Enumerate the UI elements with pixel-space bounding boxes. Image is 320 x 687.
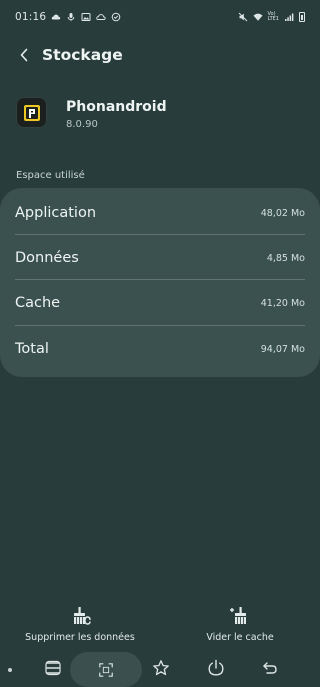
storage-row-label: Données (15, 250, 79, 266)
divider (15, 234, 305, 235)
clear-cache-label: Vider le cache (206, 632, 274, 643)
status-time: 01:16 (15, 11, 47, 23)
storage-row-value: 48,02 Mo (260, 207, 305, 219)
back-button[interactable] (14, 40, 34, 70)
clear-cache-button[interactable]: Vider le cache (170, 603, 310, 647)
broom-plus-icon (230, 607, 246, 624)
scan-button[interactable] (70, 652, 142, 687)
storage-card: Application 48,02 Mo Données 4,85 Mo Cac… (0, 188, 320, 377)
favorite-button[interactable] (146, 653, 176, 683)
app-name: Phonandroid (66, 99, 167, 115)
storage-row-donnees: Données 4,85 Mo (15, 238, 305, 278)
power-button[interactable] (201, 653, 231, 683)
storage-row-cache: Cache 41,20 Mo (15, 283, 305, 323)
divider (15, 325, 305, 326)
clear-data-label: Supprimer les données (25, 632, 135, 643)
back-nav-button[interactable] (255, 653, 285, 683)
power-icon (208, 659, 224, 676)
scan-icon (99, 662, 113, 677)
clear-data-button[interactable]: Supprimer les données (10, 603, 150, 647)
cloud-icon (96, 12, 106, 22)
mic-icon (66, 12, 76, 22)
navigation-bar (0, 651, 320, 687)
storage-row-total: Total 94,07 Mo (15, 329, 305, 369)
storage-row-label: Application (15, 205, 97, 221)
broom-c-icon (74, 607, 91, 625)
wifi-icon (253, 12, 263, 22)
phonandroid-app-icon (16, 97, 47, 128)
star-icon (153, 660, 169, 676)
storage-row-label: Total (15, 341, 49, 357)
chevron-left-icon (20, 48, 28, 62)
storage-row-application: Application 48,02 Mo (15, 193, 305, 233)
storage-row-value: 94,07 Mo (260, 343, 305, 355)
status-bar: 01:16 Vo) LTE1 (0, 0, 320, 34)
cloud-upload-icon (51, 12, 61, 22)
check-circle-icon (111, 12, 121, 22)
network-type-label: Vo) LTE1 (268, 12, 280, 22)
app-info: Phonandroid 8.0.90 (16, 97, 316, 137)
battery-icon (299, 12, 305, 22)
storage-row-value: 4,85 Mo (266, 252, 305, 264)
storage-row-label: Cache (15, 295, 61, 311)
signal-icon (284, 12, 294, 22)
page-title: Stockage (42, 46, 123, 64)
divider (15, 279, 305, 280)
app-bar: Stockage (0, 38, 320, 72)
app-version: 8.0.90 (66, 119, 98, 130)
storage-row-value: 41,20 Mo (260, 297, 305, 309)
dot-icon (8, 668, 12, 672)
bottom-actions: Supprimer les données Vider le cache (0, 603, 320, 647)
section-title: Espace utilisé (16, 170, 85, 181)
mute-icon (238, 12, 248, 22)
recent-apps-icon (45, 660, 61, 676)
recent-apps-button[interactable] (38, 653, 68, 683)
back-icon (263, 662, 277, 674)
image-icon (81, 12, 91, 22)
status-right: Vo) LTE1 (238, 12, 305, 22)
network-text-bottom: LTE1 (267, 16, 280, 22)
status-left: 01:16 (15, 11, 121, 23)
